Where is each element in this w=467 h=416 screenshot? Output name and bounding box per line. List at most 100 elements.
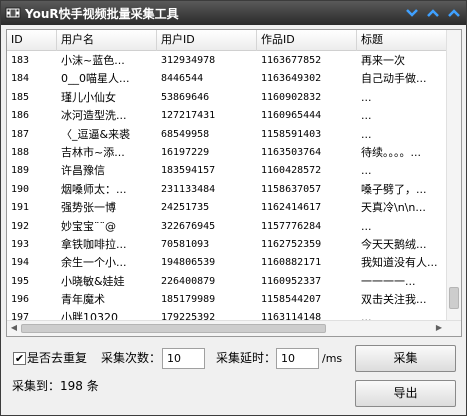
cell-work-id: 1158591403 xyxy=(261,128,322,140)
scroll-left-arrow-icon[interactable]: ◀ xyxy=(8,322,20,334)
delay-unit-label: /ms xyxy=(322,352,343,365)
table-row[interactable]: 191 强势张一博 24251735 1162414617 天真冷\n\n... xyxy=(7,199,447,217)
cell-id: 188 xyxy=(11,146,30,158)
cell-user-id: 322676945 xyxy=(161,220,216,232)
cell-id: 191 xyxy=(11,202,30,214)
cell-work-id: 1160965444 xyxy=(261,110,322,122)
dedupe-checkbox[interactable]: ✔ xyxy=(13,352,26,365)
cell-username: 冰河造型洗... xyxy=(61,109,127,123)
table-row[interactable]: 186 冰河造型洗... 127217431 1160965444... xyxy=(7,107,447,125)
cell-id: 189 xyxy=(11,165,30,177)
cell-title: 我知道没有人... xyxy=(361,256,438,270)
cell-user-id: 70581093 xyxy=(161,238,210,250)
cell-id: 184 xyxy=(11,73,30,85)
cell-title: 今天天鹅绒... xyxy=(361,237,427,251)
vertical-scroll-thumb[interactable] xyxy=(449,287,459,309)
table-row[interactable]: 196 青年魔术 185179989 1158544207 双击关注我... xyxy=(7,291,447,309)
table-row[interactable]: 194 余生一个小... 194806539 1160882171 我知道没有人... xyxy=(7,254,447,272)
cell-user-id: 16197229 xyxy=(161,146,210,158)
cell-username: 小沫~蓝色... xyxy=(61,54,125,67)
cell-username: 拿铁咖啡拉... xyxy=(61,237,127,251)
cell-work-id: 1163649302 xyxy=(261,73,322,85)
vertical-scrollbar[interactable] xyxy=(446,30,461,320)
column-header-work-id[interactable]: 作品ID xyxy=(257,30,357,51)
cell-work-id: 1163503764 xyxy=(261,146,322,158)
table-row[interactable]: 195 小晓敏&娃娃 226400879 1160952337 一一一一... xyxy=(7,273,447,291)
column-header-user-id[interactable]: 用户ID xyxy=(157,30,257,51)
collect-delay-label: 采集延时： xyxy=(216,351,277,365)
export-button[interactable]: 导出 xyxy=(355,380,456,407)
cell-user-id: 226400879 xyxy=(161,275,216,287)
cell-title: ... xyxy=(361,109,372,123)
collect-count-label: 采集次数： xyxy=(101,351,162,365)
status-text: 采集到：198 条 xyxy=(12,379,99,393)
table-row[interactable]: 187 〈_逗逼&来裘 68549958 1158591403... xyxy=(7,126,447,144)
column-header-id[interactable]: ID xyxy=(7,30,57,51)
cell-user-id: 24251735 xyxy=(161,202,210,214)
cell-work-id: 1160428572 xyxy=(261,165,322,177)
cell-user-id: 8446544 xyxy=(161,73,204,85)
cell-user-id: 185179989 xyxy=(161,294,216,306)
results-table[interactable]: ID 用户名 用户ID 作品ID 标题 183 小沫~蓝色... 312934978… xyxy=(6,29,462,337)
collect-button[interactable]: 采集 xyxy=(355,345,456,372)
horizontal-scroll-thumb[interactable] xyxy=(21,324,326,333)
column-header-username[interactable]: 用户名 xyxy=(57,30,157,51)
cell-id: 196 xyxy=(11,294,30,306)
cell-id: 193 xyxy=(11,238,30,250)
cell-user-id: 312934978 xyxy=(161,55,216,66)
cell-work-id: 1163677852 xyxy=(261,55,322,66)
app-window: YouR快手视频批量采集工具 ID 用户名 用户ID 作品ID 标题 183 小沫… xyxy=(0,0,467,416)
cell-username: 〈_逗逼&来裘 xyxy=(61,127,131,141)
minimize-button[interactable] xyxy=(424,4,442,22)
title-bar[interactable]: YouR快手视频批量采集工具 xyxy=(1,1,466,25)
column-header-title[interactable]: 标题 xyxy=(357,30,447,51)
table-row[interactable]: 183 小沫~蓝色... 312934978 1163677852 再来一次 xyxy=(7,52,447,70)
cell-title: ... xyxy=(361,90,372,104)
table-row[interactable]: 189 许昌豫信 183594157 1160428572... xyxy=(7,162,447,180)
table-row[interactable]: 193 拿铁咖啡拉... 70581093 1162752359 今天天鹅绒... xyxy=(7,236,447,254)
cell-title: 双击关注我... xyxy=(361,293,427,307)
cell-user-id: 127217431 xyxy=(161,110,216,122)
cell-work-id: 1158544207 xyxy=(261,294,322,306)
cell-id: 195 xyxy=(11,275,30,287)
table-header: ID 用户名 用户ID 作品ID 标题 xyxy=(7,30,447,51)
cell-title: ... xyxy=(361,164,372,178)
cell-work-id: 1162414617 xyxy=(261,202,322,214)
cell-id: 185 xyxy=(11,91,30,103)
cell-title: ... xyxy=(361,127,372,141)
chevron-down-icon[interactable] xyxy=(403,4,421,22)
cell-id: 183 xyxy=(11,55,30,66)
film-icon xyxy=(5,5,21,21)
cell-username: 烟嗓师太：... xyxy=(61,182,127,196)
dedupe-label: 是否去重复 xyxy=(27,351,88,365)
scroll-right-arrow-icon[interactable]: ▶ xyxy=(433,322,445,334)
cell-title: ... xyxy=(361,219,372,233)
collect-count-input[interactable]: 10 xyxy=(162,348,205,369)
cell-user-id: 194806539 xyxy=(161,257,216,269)
horizontal-scrollbar[interactable]: ◀ ▶ xyxy=(7,320,461,336)
cell-user-id: 53869646 xyxy=(161,91,210,103)
cell-title: 天真冷\n\n... xyxy=(361,201,426,215)
cell-id: 186 xyxy=(11,110,30,122)
table-row[interactable]: 185 瑾儿小仙女 53869646 1160902832... xyxy=(7,89,447,107)
cell-username: 青年魔术 xyxy=(61,293,105,307)
cell-id: 192 xyxy=(11,220,30,232)
cell-work-id: 1160952337 xyxy=(261,275,322,287)
cell-title: 再来一次 xyxy=(361,54,405,67)
cell-username: 强势张一博 xyxy=(61,201,116,215)
table-row[interactable]: 184 0__0喵星人... 8446544 1163649302 自己动手做... xyxy=(7,70,447,88)
table-row[interactable]: 192 妙宝宝¨¨@ 322676945 1157776284... xyxy=(7,218,447,236)
cell-title: 待续。。。。... xyxy=(361,145,421,159)
cell-username: 余生一个小... xyxy=(61,256,127,270)
close-button[interactable] xyxy=(445,4,463,22)
cell-username: 0__0喵星人... xyxy=(61,72,130,86)
cell-id: 190 xyxy=(11,183,30,195)
collect-delay-input[interactable]: 10 xyxy=(276,348,319,369)
cell-work-id: 1162752359 xyxy=(261,238,322,250)
cell-title: 自己动手做... xyxy=(361,72,427,86)
table-row[interactable]: 188 吉林市~添... 16197229 1163503764 待续。。。。... xyxy=(7,144,447,162)
cell-user-id: 68549958 xyxy=(161,128,210,140)
cell-work-id: 1160882171 xyxy=(261,257,322,269)
table-row[interactable]: 190 烟嗓师太：... 231133484 1158637057 嗓子劈了，... xyxy=(7,181,447,199)
cell-username: 小晓敏&娃娃 xyxy=(61,274,125,288)
